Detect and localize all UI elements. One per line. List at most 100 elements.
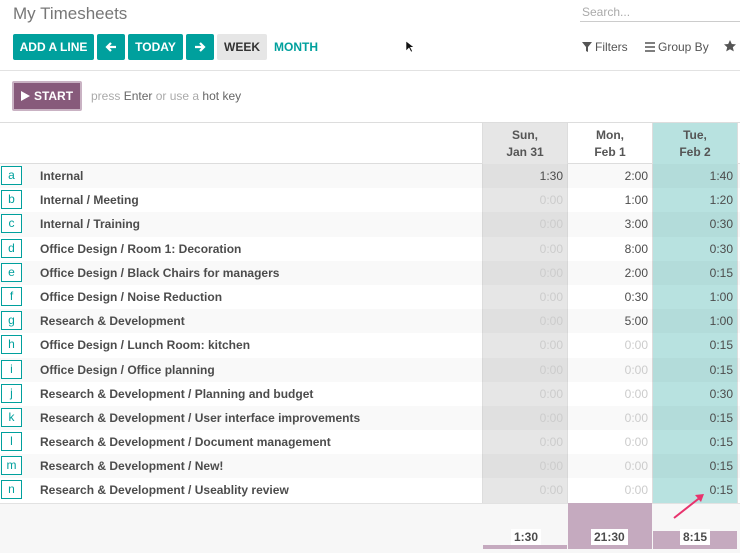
task-label[interactable]: Research & Development / Useablity revie… (40, 483, 289, 497)
list-icon (645, 42, 655, 52)
hotkey-badge[interactable]: h (1, 335, 22, 355)
time-cell-mon[interactable]: 2:00 (568, 169, 648, 183)
play-icon (20, 91, 30, 101)
time-cell-mon[interactable]: 0:00 (568, 459, 648, 473)
filters-label: Filters (595, 40, 628, 54)
time-cell-tue[interactable]: 1:20 (653, 193, 733, 207)
hotkey-badge[interactable]: b (1, 190, 22, 210)
annotation-arrow-icon (673, 494, 704, 519)
mouse-cursor-icon (405, 40, 415, 53)
task-label[interactable]: Office Design / Black Chairs for manager… (40, 266, 279, 280)
time-cell-mon[interactable]: 0:00 (568, 338, 648, 352)
previous-button[interactable] (97, 34, 125, 60)
task-label[interactable]: Research & Development / Document manage… (40, 435, 331, 449)
table-row: j Research & Development / Planning and b… (0, 382, 740, 406)
time-cell-tue[interactable]: 0:15 (653, 459, 733, 473)
task-label[interactable]: Research & Development / New! (40, 459, 223, 473)
filters-button[interactable]: Filters (582, 40, 628, 54)
time-cell-tue[interactable]: 0:30 (653, 242, 733, 256)
task-label[interactable]: Internal / Meeting (40, 193, 139, 207)
hotkey-badge[interactable]: g (1, 311, 22, 331)
table-row: a Internal 1:30 2:00 1:40 (0, 164, 740, 188)
time-cell-tue[interactable]: 0:15 (653, 435, 733, 449)
group-by-label: Group By (658, 40, 709, 54)
time-cell-sun[interactable]: 1:30 (483, 169, 563, 183)
time-cell-sun[interactable]: 0:00 (483, 435, 563, 449)
timesheet-rows: a Internal 1:30 2:00 1:40 b Internal / Meeting… (0, 164, 740, 503)
time-cell-tue[interactable]: 0:30 (653, 217, 733, 231)
start-label: START (33, 89, 74, 103)
time-cell-tue[interactable]: 1:00 (653, 290, 733, 304)
hotkey-badge[interactable]: m (1, 456, 22, 476)
time-cell-sun[interactable]: 0:00 (483, 193, 563, 207)
time-cell-mon[interactable]: 0:00 (568, 483, 648, 497)
arrow-right-icon (195, 42, 206, 52)
time-cell-tue[interactable]: 1:40 (653, 169, 733, 183)
time-cell-mon[interactable]: 1:00 (568, 193, 648, 207)
time-cell-sun[interactable]: 0:00 (483, 363, 563, 377)
hotkey-badge[interactable]: i (1, 359, 22, 379)
time-cell-mon[interactable]: 5:00 (568, 314, 648, 328)
table-row: e Office Design / Black Chairs for manage… (0, 261, 740, 285)
today-button[interactable]: TODAY (128, 34, 183, 60)
time-cell-mon[interactable]: 0:30 (568, 290, 648, 304)
search-input[interactable]: Search... (580, 2, 740, 22)
time-cell-mon[interactable]: 2:00 (568, 266, 648, 280)
time-cell-tue[interactable]: 1:00 (653, 314, 733, 328)
column-header-tue: Tue, Feb 2 (653, 123, 737, 164)
time-cell-tue[interactable]: 0:15 (653, 363, 733, 377)
task-label[interactable]: Office Design / Room 1: Decoration (40, 242, 241, 256)
time-cell-mon[interactable]: 0:00 (568, 411, 648, 425)
task-label[interactable]: Office Design / Office planning (40, 363, 215, 377)
table-row: d Office Design / Room 1: Decoration 0:00 8… (0, 237, 740, 261)
hotkey-badge[interactable]: e (1, 262, 22, 282)
table-row: b Internal / Meeting 0:00 1:00 1:20 (0, 188, 740, 212)
time-cell-sun[interactable]: 0:00 (483, 314, 563, 328)
next-button[interactable] (186, 34, 214, 60)
start-timer-button[interactable]: START (12, 81, 82, 111)
hotkey-badge[interactable]: n (1, 480, 22, 500)
hotkey-badge[interactable]: d (1, 238, 22, 258)
favorites-button[interactable] (724, 40, 736, 52)
total-sun: 1:30 (511, 529, 542, 545)
timesheet-grid: Sun, Jan 31 Mon, Feb 1 Tue, Feb 2 (0, 122, 740, 164)
task-label[interactable]: Research & Development / User interface … (40, 411, 360, 425)
add-line-button[interactable]: ADD A LINE (13, 34, 94, 60)
hotkey-badge[interactable]: j (1, 383, 22, 403)
time-cell-mon[interactable]: 0:00 (568, 435, 648, 449)
hotkey-badge[interactable]: a (1, 166, 22, 185)
time-cell-tue[interactable]: 0:15 (653, 266, 733, 280)
task-label[interactable]: Internal / Training (40, 217, 140, 231)
time-cell-sun[interactable]: 0:00 (483, 387, 563, 401)
week-view-button[interactable]: WEEK (217, 34, 267, 60)
time-cell-tue[interactable]: 0:15 (653, 338, 733, 352)
task-label[interactable]: Office Design / Noise Reduction (40, 290, 222, 304)
month-view-button[interactable]: MONTH (270, 34, 322, 60)
time-cell-tue[interactable]: 0:30 (653, 387, 733, 401)
task-label[interactable]: Research & Development / Planning and bu… (40, 387, 313, 401)
time-cell-mon[interactable]: 3:00 (568, 217, 648, 231)
column-header-mon: Mon, Feb 1 (594, 128, 626, 159)
task-label[interactable]: Office Design / Lunch Room: kitchen (40, 338, 250, 352)
time-cell-mon[interactable]: 8:00 (568, 242, 648, 256)
time-cell-tue[interactable]: 0:15 (653, 411, 733, 425)
time-cell-sun[interactable]: 0:00 (483, 217, 563, 231)
toolbar-divider (0, 70, 740, 71)
total-mon: 21:30 (591, 529, 628, 545)
time-cell-sun[interactable]: 0:00 (483, 266, 563, 280)
time-cell-mon[interactable]: 0:00 (568, 387, 648, 401)
time-cell-sun[interactable]: 0:00 (483, 338, 563, 352)
time-cell-mon[interactable]: 0:00 (568, 363, 648, 377)
group-by-button[interactable]: Group By (645, 40, 709, 54)
hotkey-badge[interactable]: k (1, 407, 22, 427)
task-label[interactable]: Internal (40, 169, 83, 183)
task-label[interactable]: Research & Development (40, 314, 185, 328)
time-cell-sun[interactable]: 0:00 (483, 290, 563, 304)
hotkey-badge[interactable]: f (1, 286, 22, 306)
time-cell-sun[interactable]: 0:00 (483, 411, 563, 425)
hotkey-badge[interactable]: l (1, 432, 22, 452)
time-cell-sun[interactable]: 0:00 (483, 459, 563, 473)
hotkey-badge[interactable]: c (1, 214, 22, 234)
time-cell-sun[interactable]: 0:00 (483, 242, 563, 256)
time-cell-sun[interactable]: 0:00 (483, 483, 563, 497)
